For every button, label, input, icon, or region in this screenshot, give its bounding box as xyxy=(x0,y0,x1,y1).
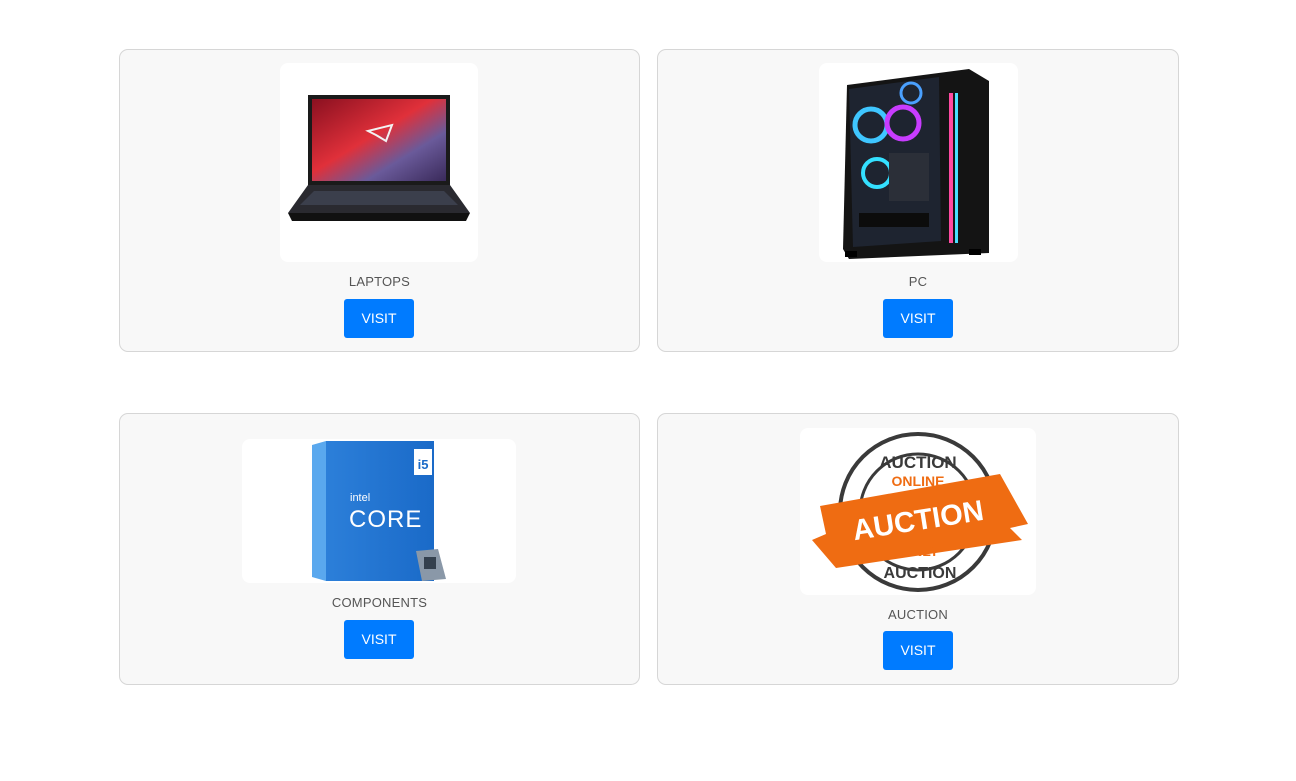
pc-tower-image xyxy=(819,63,1018,262)
category-card-auction: AUCTION ONLINE AUCTION ONLY AUCTION AUCT… xyxy=(657,413,1179,685)
category-title: LAPTOPS xyxy=(348,274,411,289)
category-card-pc: PC VISIT xyxy=(657,49,1179,352)
svg-text:AUCTION: AUCTION xyxy=(884,565,957,582)
visit-auction-button[interactable]: VISIT xyxy=(883,631,953,670)
svg-text:CORE: CORE xyxy=(349,506,422,533)
category-card-laptops: LAPTOPS VISIT xyxy=(119,49,640,352)
laptop-image xyxy=(280,63,478,262)
svg-text:intel: intel xyxy=(350,492,370,504)
svg-text:i5: i5 xyxy=(418,457,429,472)
svg-text:ONLY: ONLY xyxy=(901,543,939,559)
visit-laptops-button[interactable]: VISIT xyxy=(344,299,414,338)
cpu-box-image: i5 intel CORE xyxy=(242,439,516,583)
category-title: COMPONENTS xyxy=(331,595,428,610)
category-card-components: i5 intel CORE COMPONENTS VISIT xyxy=(119,413,640,685)
visit-pc-button[interactable]: VISIT xyxy=(883,299,953,338)
visit-components-button[interactable]: VISIT xyxy=(344,620,414,659)
category-title: PC xyxy=(908,274,928,289)
auction-stamp-image: AUCTION ONLINE AUCTION ONLY AUCTION xyxy=(800,428,1036,595)
svg-text:AUCTION: AUCTION xyxy=(879,453,956,472)
category-title: AUCTION xyxy=(888,607,948,622)
